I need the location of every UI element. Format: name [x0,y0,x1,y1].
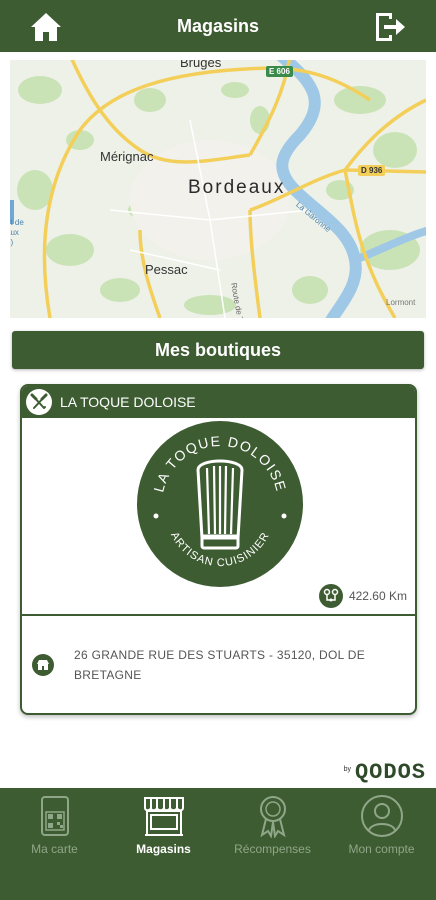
store-map[interactable]: Bruges Mérignac Bordeaux Pessac E 606 D … [10,60,426,318]
nav-label-mon-compte: Mon compte [348,842,415,856]
store-distance: 422.60 Km [318,584,407,608]
map-city-pessac: Pessac [145,262,188,277]
map-corner-text: Lormont [386,298,416,307]
nav-item-recompenses[interactable]: Récompenses [218,788,327,900]
map-edge-text: et de aux 3) [10,218,24,247]
my-stores-title: Mes boutiques [154,339,281,360]
map-road-d936: D 936 [358,165,386,176]
my-stores-header: Mes boutiques [12,331,424,369]
page-title: Magasins [176,15,260,36]
route-pin-icon [318,584,343,608]
logout-icon [376,13,405,41]
logout-button[interactable] [372,10,408,44]
nav-label-recompenses: Récompenses [234,842,311,856]
map-city-merignac: Mérignac [100,149,154,164]
brand-by-label: by [343,766,351,773]
store-address: 26 GRANDE RUE DES STUARTS - 35120, DOL D… [74,647,366,682]
storefront-icon [143,797,184,836]
bottom-navigation: Ma carte Magasins Récompenses Mon compte [0,788,436,900]
map-road-e606: E 606 [266,66,293,77]
home-icon [31,13,61,41]
award-ribbon-icon [259,796,286,838]
nav-item-ma-carte[interactable]: Ma carte [0,788,109,900]
store-logo: LA TOQUE DOLOISE ARTISAN CUISINIER [137,421,303,587]
store-name: LA TOQUE DOLOISE [60,394,196,410]
cutlery-icon [26,389,52,415]
nav-label-ma-carte: Ma carte [31,842,78,856]
header-bar: Magasins [0,0,436,52]
store-distance-value: 422.60 Km [348,589,407,603]
store-card-header: LA TOQUE DOLOISE [22,386,415,418]
shop-location-icon [32,653,54,676]
user-account-icon [360,795,403,837]
map-city-bruges: Bruges [180,60,222,70]
nav-label-magasins: Magasins [136,842,191,856]
store-card[interactable]: LA TOQUE DOLOISE LA TOQUE DOLOISE ARTISA… [20,384,417,715]
nav-item-magasins[interactable]: Magasins [109,788,218,900]
app-root: Magasins Bruges Mérignac Bordeaux Pessac… [0,0,436,900]
brand-logo: QODOS [354,760,426,785]
nav-item-mon-compte[interactable]: Mon compte [327,788,436,900]
powered-by-brand: by QODOS [344,760,426,785]
store-logo-area: LA TOQUE DOLOISE ARTISAN CUISINIER 422.6… [22,418,415,616]
home-button[interactable] [28,10,64,44]
loyalty-card-icon [40,796,69,836]
store-address-area: 26 GRANDE RUE DES STUARTS - 35120, DOL D… [22,616,415,713]
map-city-bordeaux: Bordeaux [188,177,286,198]
